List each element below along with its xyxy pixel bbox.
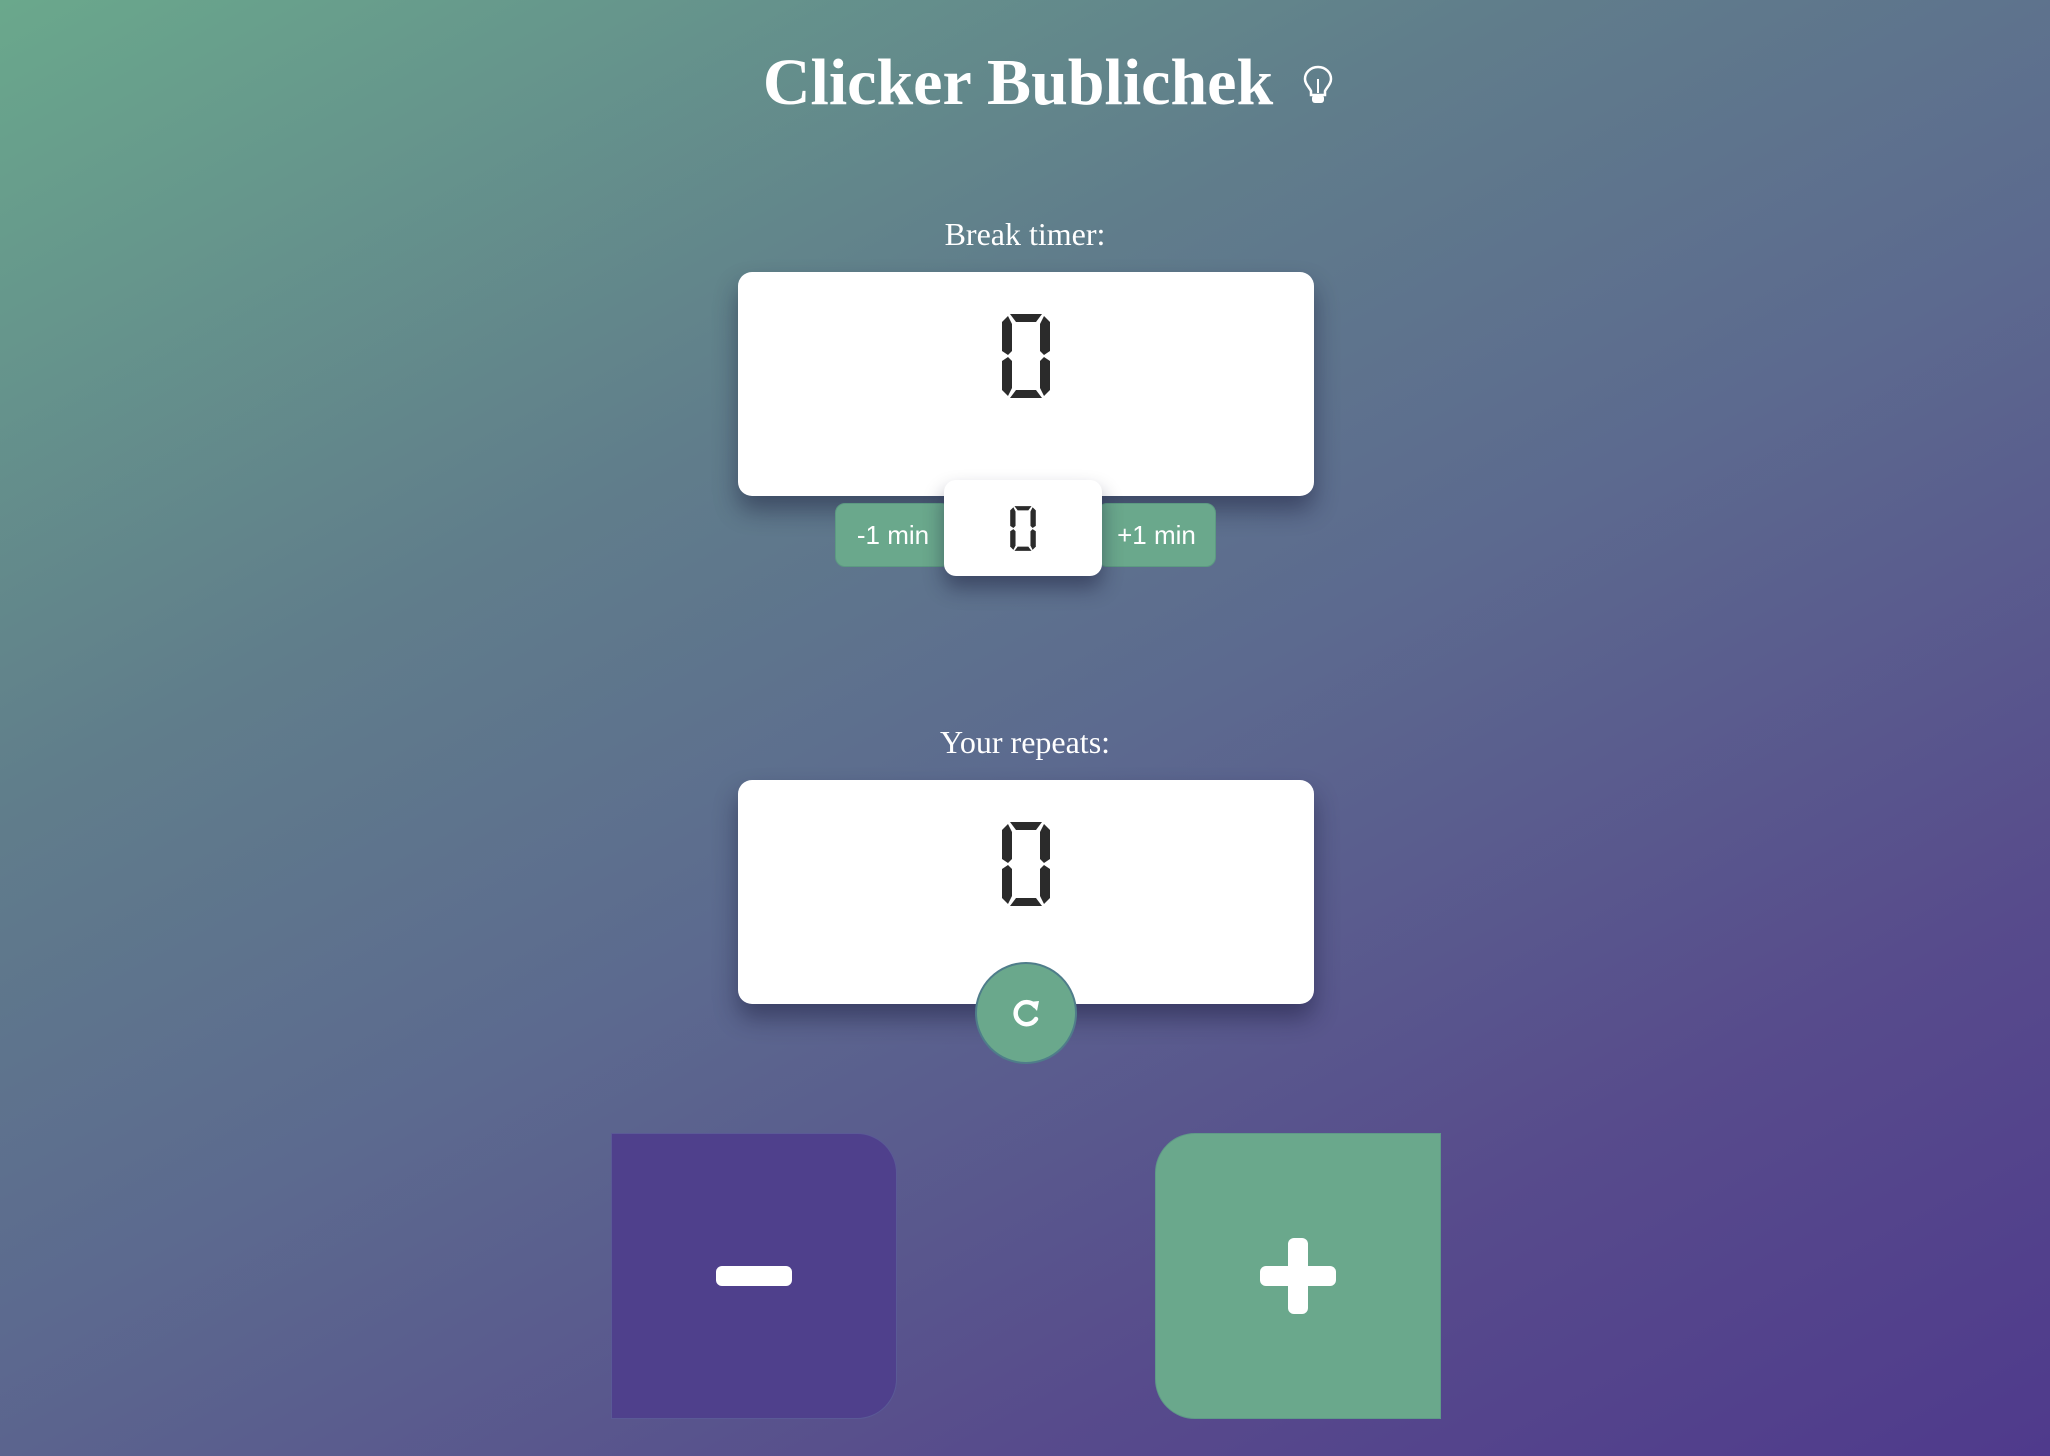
digit-segment-d bbox=[1010, 898, 1042, 906]
digit-segment-b bbox=[1040, 316, 1050, 355]
digit-segment-b bbox=[1030, 507, 1036, 528]
digit-segment-a bbox=[1014, 506, 1032, 511]
digit-segment-e bbox=[1002, 865, 1012, 904]
repeats-label: Your repeats: bbox=[939, 724, 1111, 760]
break-timer-panel bbox=[738, 272, 1314, 496]
digit-segment-c bbox=[1040, 357, 1050, 396]
digit-segment-f bbox=[1010, 507, 1016, 528]
lightbulb-icon[interactable] bbox=[1301, 63, 1335, 107]
minus-icon bbox=[716, 1266, 792, 1286]
decrease-minute-button[interactable]: -1 min bbox=[835, 503, 951, 567]
digit-segment-f bbox=[1002, 316, 1012, 355]
increment-button[interactable] bbox=[1155, 1133, 1441, 1419]
digit-segment-e bbox=[1010, 529, 1016, 550]
digit-segment-a bbox=[1010, 822, 1042, 830]
digit-segment-d bbox=[1014, 546, 1032, 551]
seven-segment-digit bbox=[1010, 506, 1036, 551]
digit-segment-c bbox=[1040, 865, 1050, 904]
decrement-button[interactable] bbox=[611, 1133, 897, 1419]
header: Clicker Bublichek bbox=[0, 38, 2050, 128]
digit-segment-d bbox=[1010, 390, 1042, 398]
repeats-display bbox=[738, 818, 1314, 908]
reset-button[interactable] bbox=[975, 962, 1077, 1064]
seven-segment-digit bbox=[1002, 822, 1050, 906]
app-title: Clicker Bublichek bbox=[762, 46, 1274, 119]
break-timer-label: Break timer: bbox=[944, 216, 1106, 252]
break-minutes-display bbox=[944, 480, 1102, 576]
digit-segment-a bbox=[1010, 314, 1042, 322]
digit-segment-e bbox=[1002, 357, 1012, 396]
seven-segment-digit bbox=[1002, 314, 1050, 398]
plus-icon bbox=[1260, 1238, 1336, 1314]
digit-segment-f bbox=[1002, 824, 1012, 863]
digit-segment-b bbox=[1040, 824, 1050, 863]
increase-minute-button[interactable]: +1 min bbox=[1097, 503, 1216, 567]
digit-segment-c bbox=[1030, 529, 1036, 550]
break-timer-display bbox=[738, 310, 1314, 400]
reset-icon bbox=[1013, 999, 1039, 1027]
